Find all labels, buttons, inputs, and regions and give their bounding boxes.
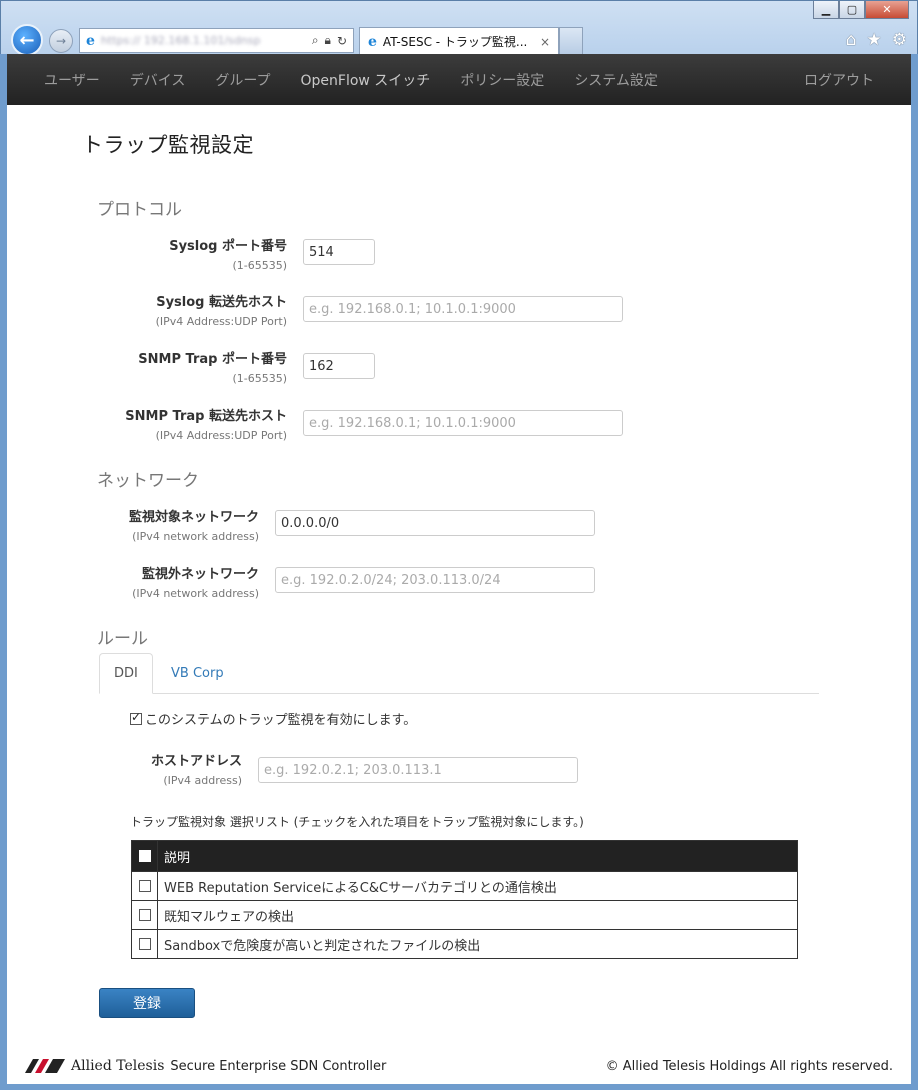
- company-logo: Allied Telesis Secure Enterprise SDN Con…: [25, 1058, 386, 1074]
- monitored-network-label: 監視対象ネットワーク (IPv4 network address): [7, 506, 259, 543]
- search-icon[interactable]: ⌕: [312, 33, 319, 48]
- host-address-label-text: ホストアドレス: [150, 754, 242, 769]
- syslog-host-input[interactable]: [303, 296, 623, 322]
- row-description: 既知マルウェアの検出: [157, 900, 798, 930]
- address-text[interactable]: https:// 192.168.1.101/sdnsp: [101, 34, 306, 47]
- back-icon[interactable]: ←: [11, 24, 43, 56]
- enable-checkbox[interactable]: [130, 710, 142, 725]
- product-name: Secure Enterprise SDN Controller: [170, 1058, 387, 1074]
- top-navbar: ユーザー デバイス グループ OpenFlow スイッチ ポリシー設定 システム…: [7, 54, 911, 105]
- row-checkbox-cell: [131, 929, 158, 959]
- refresh-icon[interactable]: ↻: [337, 34, 347, 48]
- snmp-port-hint: (1-65535): [232, 372, 287, 385]
- row-checkbox-cell: [131, 871, 158, 901]
- row-checkbox[interactable]: [138, 938, 151, 950]
- syslog-host-hint: (IPv4 Address:UDP Port): [155, 315, 287, 328]
- rules-tabs: DDI VB Corp: [99, 653, 819, 694]
- snmp-port-input[interactable]: [303, 353, 375, 379]
- tab-title: AT-SESC - トラップ監視...: [382, 35, 528, 49]
- snmp-host-input[interactable]: [303, 410, 623, 436]
- protocol-heading: プロトコル: [97, 200, 182, 220]
- nav-users[interactable]: ユーザー: [29, 70, 115, 90]
- row-description: WEB Reputation ServiceによるC&Cサーバカテゴリとの通信検…: [157, 871, 798, 901]
- row-description: Sandboxで危険度が高いと判定されたファイルの検出: [157, 929, 798, 959]
- excluded-network-input[interactable]: [275, 567, 595, 593]
- register-button[interactable]: 登録: [99, 988, 195, 1018]
- enable-trap-monitoring[interactable]: このシステムのトラップ監視を有効にします。: [130, 709, 416, 728]
- footer: Allied Telesis Secure Enterprise SDN Con…: [7, 1051, 911, 1081]
- window-controls: ▁ ▢ ✕: [813, 1, 909, 19]
- excluded-network-label-text: 監視外ネットワーク: [141, 567, 259, 582]
- nav-policy-settings[interactable]: ポリシー設定: [445, 70, 559, 90]
- new-tab-button[interactable]: [559, 27, 583, 55]
- table-header-row: 説明: [131, 840, 798, 872]
- nav-openflow-switch[interactable]: OpenFlow スイッチ: [286, 70, 446, 90]
- rules-heading: ルール: [97, 629, 148, 649]
- table-row: WEB Reputation ServiceによるC&Cサーバカテゴリとの通信検…: [131, 871, 798, 901]
- star-icon[interactable]: ★: [867, 30, 882, 50]
- gear-icon[interactable]: ⚙: [892, 30, 907, 50]
- copyright: © Allied Telesis Holdings All rights res…: [605, 1058, 893, 1074]
- enable-label: このシステムのトラップ監視を有効にします。: [145, 713, 417, 728]
- excluded-network-hint: (IPv4 network address): [132, 587, 259, 600]
- rules-table: 説明 WEB Reputation ServiceによるC&Cサーバカテゴリとの…: [131, 840, 798, 959]
- row-checkbox-cell: [131, 900, 158, 930]
- snmp-port-label-text: SNMP Trap ポート番号: [138, 352, 287, 367]
- browser-chrome: ▁ ▢ ✕ ← → e https:// 192.168.1.101/sdnsp…: [0, 0, 918, 56]
- host-address-label: ホストアドレス (IPv4 address): [7, 750, 242, 787]
- monitored-network-input[interactable]: [275, 510, 595, 536]
- ie-logo-icon: e: [86, 32, 95, 49]
- home-icon[interactable]: ⌂: [846, 30, 857, 50]
- maximize-button[interactable]: ▢: [839, 1, 865, 19]
- description-header: 説明: [157, 840, 798, 872]
- snmp-host-label: SNMP Trap 転送先ホスト (IPv4 Address:UDP Port): [7, 405, 287, 442]
- nav-groups[interactable]: グループ: [200, 70, 285, 90]
- snmp-port-label: SNMP Trap ポート番号 (1-65535): [7, 348, 287, 385]
- allied-telesis-logo-icon: [25, 1059, 65, 1073]
- monitored-network-label-text: 監視対象ネットワーク: [128, 510, 259, 525]
- excluded-network-label: 監視外ネットワーク (IPv4 network address): [7, 563, 259, 600]
- tab-ddi[interactable]: DDI: [99, 653, 153, 694]
- brand-name: Allied Telesis: [71, 1058, 165, 1074]
- row-checkbox[interactable]: [138, 909, 151, 921]
- select-all-checkbox[interactable]: [138, 850, 151, 862]
- page: ユーザー デバイス グループ OpenFlow スイッチ ポリシー設定 システム…: [7, 54, 911, 1084]
- select-all-cell: [131, 840, 158, 872]
- tab-ie-icon: e: [368, 33, 377, 50]
- snmp-host-label-text: SNMP Trap 転送先ホスト: [125, 409, 287, 424]
- nav-devices[interactable]: デバイス: [115, 70, 201, 90]
- table-row: Sandboxで危険度が高いと判定されたファイルの検出: [131, 929, 798, 959]
- row-checkbox[interactable]: [138, 880, 151, 892]
- tab-close-icon[interactable]: ×: [540, 35, 550, 49]
- monitored-network-hint: (IPv4 network address): [132, 530, 259, 543]
- host-address-input[interactable]: [258, 757, 578, 783]
- page-title: トラップ監視設定: [82, 133, 254, 157]
- table-row: 既知マルウェアの検出: [131, 900, 798, 930]
- syslog-host-label-text: Syslog 転送先ホスト: [156, 295, 287, 310]
- lock-icon: 🔒︎: [324, 33, 331, 47]
- network-heading: ネットワーク: [97, 471, 199, 491]
- syslog-port-label: Syslog ポート番号 (1-65535): [7, 235, 287, 272]
- logout-link[interactable]: ログアウト: [789, 70, 889, 90]
- minimize-button[interactable]: ▁: [813, 1, 839, 19]
- nav-system-settings[interactable]: システム設定: [559, 70, 673, 90]
- forward-icon[interactable]: →: [49, 29, 73, 53]
- close-window-button[interactable]: ✕: [865, 1, 909, 19]
- browser-tab[interactable]: e AT-SESC - トラップ監視... ×: [359, 27, 559, 55]
- syslog-port-input[interactable]: [303, 239, 375, 265]
- snmp-host-hint: (IPv4 Address:UDP Port): [155, 429, 287, 442]
- list-title: トラップ監視対象 選択リスト (チェックを入れた項目をトラップ監視対象にします。…: [130, 815, 584, 829]
- host-address-hint: (IPv4 address): [163, 774, 242, 787]
- tab-vb-corp[interactable]: VB Corp: [157, 653, 238, 694]
- syslog-port-label-text: Syslog ポート番号: [169, 239, 287, 254]
- syslog-port-hint: (1-65535): [232, 259, 287, 272]
- address-bar[interactable]: e https:// 192.168.1.101/sdnsp ⌕ 🔒︎ ↻: [79, 28, 354, 53]
- syslog-host-label: Syslog 転送先ホスト (IPv4 Address:UDP Port): [7, 291, 287, 328]
- browser-toolbar: ⌂ ★ ⚙: [846, 30, 907, 50]
